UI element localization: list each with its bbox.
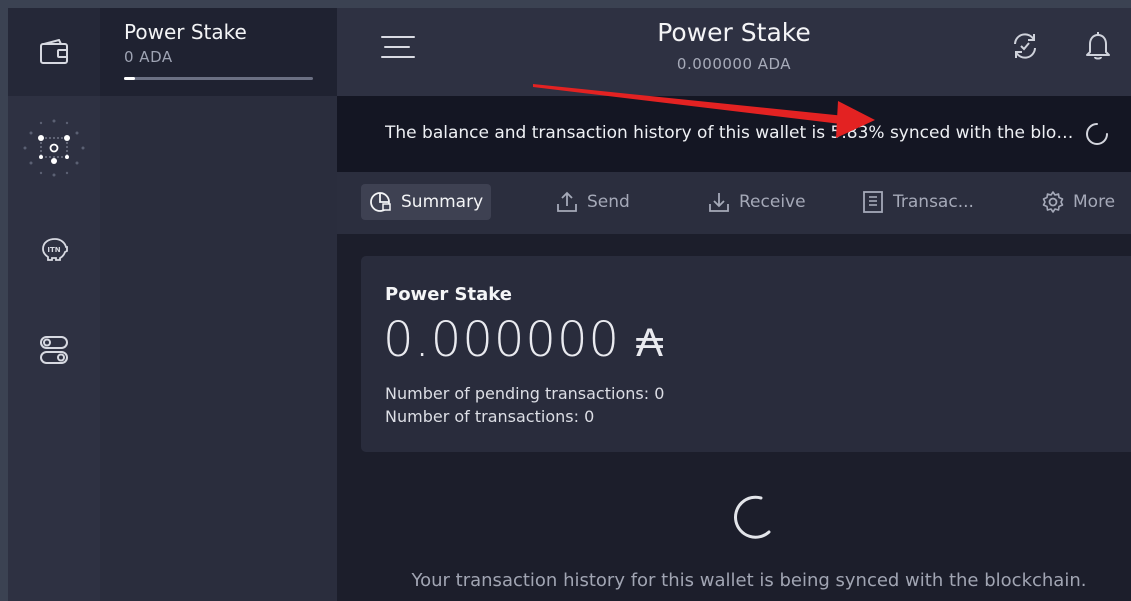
tab-summary-label: Summary	[401, 192, 484, 212]
wallet-sync-progress-fill	[124, 77, 136, 80]
transactions-count: Number of transactions: 0	[385, 407, 595, 426]
app-window: ITN Power Stake 0 ADA Power Stake 0.0000…	[8, 8, 1131, 601]
tab-more[interactable]: More	[1033, 184, 1123, 220]
tab-summary[interactable]: Summary	[361, 184, 492, 220]
tab-more-label: More	[1073, 192, 1116, 212]
wallet-list-item[interactable]: Power Stake 0 ADA	[100, 8, 337, 96]
wallet-list: Power Stake 0 ADA	[100, 8, 337, 601]
receive-icon	[709, 193, 729, 212]
summary-wallet-name: Power Stake	[385, 284, 512, 305]
tab-transactions-label: Transac...	[893, 192, 974, 212]
sync-spinner-icon	[1086, 123, 1108, 145]
wallet-tabs: Summary Send Receive Transac... More	[337, 172, 1131, 234]
sync-notice-text: The balance and transaction history of t…	[385, 123, 1075, 143]
sidebar-item-itn-rewards[interactable]: ITN	[8, 214, 100, 284]
tab-receive[interactable]: Receive	[699, 184, 814, 220]
sync-check-icon	[1014, 33, 1036, 59]
sidebar-item-staking[interactable]	[8, 113, 100, 183]
bell-icon	[1086, 32, 1110, 60]
gear-icon	[1042, 191, 1064, 213]
svg-text:ITN: ITN	[47, 246, 60, 254]
sidebar-item-wallets[interactable]	[8, 8, 100, 96]
sidebar-rail: ITN	[8, 8, 100, 601]
loading-spinner-icon	[734, 495, 771, 539]
wallet-icon	[40, 39, 68, 64]
sidebar-item-settings[interactable]	[8, 315, 100, 385]
tab-receive-label: Receive	[739, 192, 806, 212]
wallet-list-item-name: Power Stake	[124, 20, 247, 44]
send-icon	[557, 191, 577, 212]
ada-currency-symbol: ₳	[636, 320, 664, 366]
pending-transactions-count: Number of pending transactions: 0	[385, 384, 665, 403]
transaction-history-loading-text: Your transaction history for this wallet…	[411, 570, 1087, 591]
notifications-button[interactable]	[1082, 30, 1114, 62]
sync-notification-bar: The balance and transaction history of t…	[337, 96, 1131, 172]
wallet-sync-progress-bar	[124, 77, 313, 80]
wallet-list-item-amount: 0 ADA	[124, 48, 173, 66]
itn-piggy-icon: ITN	[42, 238, 68, 261]
wallet-main: Power Stake 0.000000 ADA The balance and…	[337, 8, 1131, 601]
summary-icon	[370, 192, 391, 212]
sync-status-button[interactable]	[1009, 30, 1041, 62]
summary-balance-value: 0.000000	[383, 312, 621, 368]
staking-network-icon	[23, 119, 85, 177]
tab-transactions[interactable]: Transac...	[853, 184, 982, 220]
top-bar: Power Stake 0.000000 ADA	[337, 8, 1131, 96]
summary-balance: 0.000000 ₳	[383, 312, 664, 368]
tab-send[interactable]: Send	[547, 184, 638, 220]
transactions-icon	[863, 191, 883, 213]
tab-send-label: Send	[587, 192, 630, 212]
wallet-summary-card: Power Stake 0.000000 ₳ Number of pending…	[361, 256, 1131, 452]
toggle-settings-icon	[40, 336, 68, 364]
